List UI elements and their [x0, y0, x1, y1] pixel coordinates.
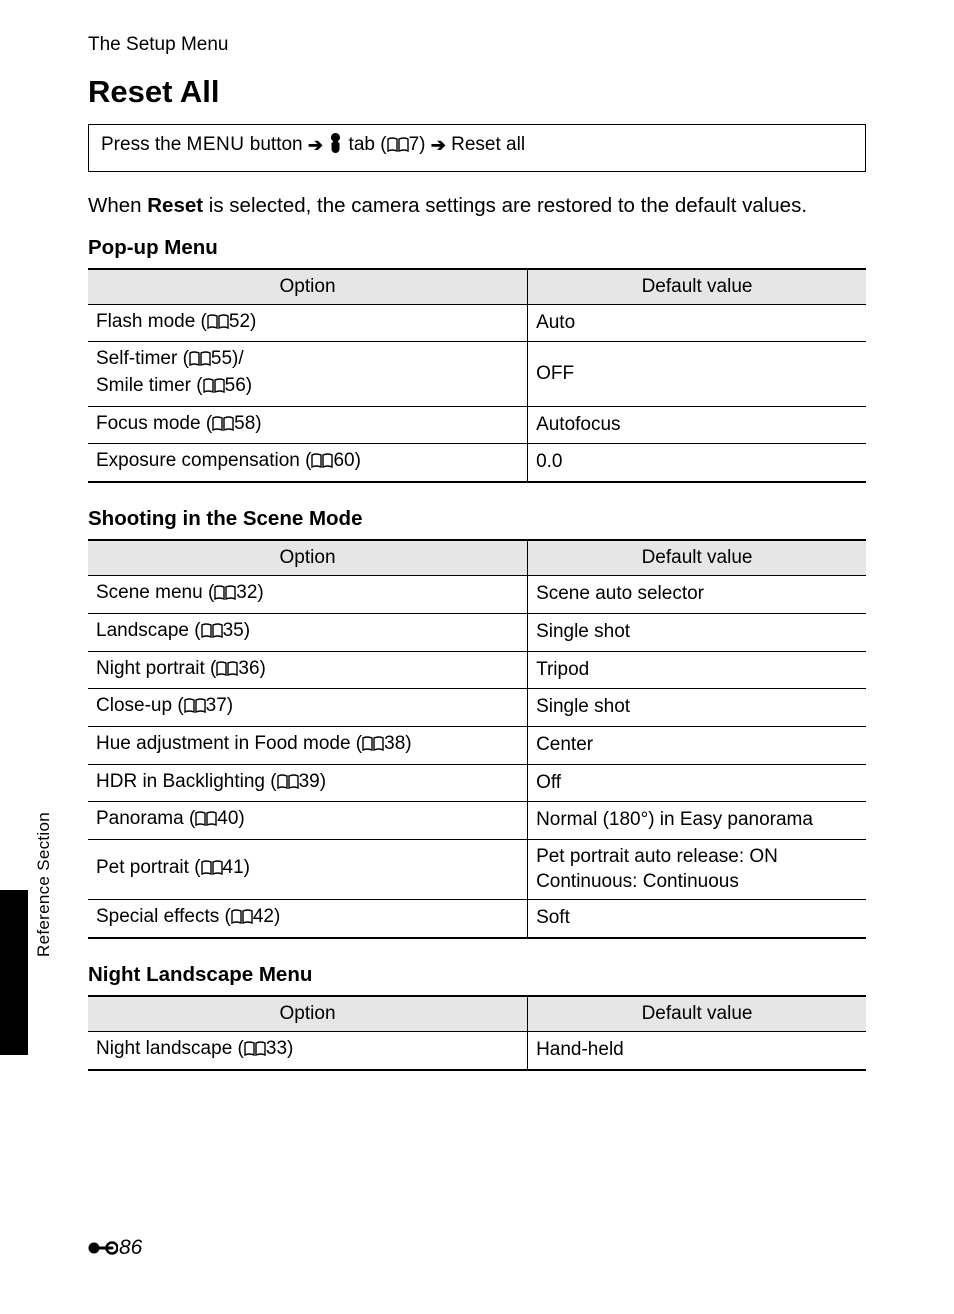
book-icon	[311, 451, 333, 476]
book-icon	[244, 1039, 266, 1064]
section-heading: Pop-up Menu	[88, 236, 866, 260]
wrench-icon	[328, 133, 343, 161]
table-section: Pop-up Menu OptionDefault valueFlash mode…	[88, 236, 866, 483]
default-value-cell: OFF	[528, 342, 866, 406]
table-section: Night Landscape Menu OptionDefault valueN…	[88, 963, 866, 1071]
default-value-cell: 0.0	[528, 444, 866, 482]
navigation-path: Press the MENU button ➔ tab ( 7) ➔ Reset …	[88, 124, 866, 172]
book-icon	[231, 907, 253, 932]
option-cell: Landscape (35)	[88, 613, 528, 651]
book-icon	[189, 349, 211, 374]
default-value-cell: Tripod	[528, 651, 866, 689]
arrow-icon: ➔	[431, 134, 446, 157]
section-heading: Shooting in the Scene Mode	[88, 507, 866, 531]
table-row: Night landscape (33)Hand-held	[88, 1032, 866, 1070]
col-header-default: Default value	[528, 540, 866, 576]
table-row: Focus mode (58)Autofocus	[88, 406, 866, 444]
default-value-cell: Single shot	[528, 613, 866, 651]
default-value-cell: Normal (180°) in Easy panorama	[528, 802, 866, 840]
path-prefix: Press the	[101, 134, 187, 155]
default-value-cell: Autofocus	[528, 406, 866, 444]
table-row: Pet portrait (41)Pet portrait auto relea…	[88, 839, 866, 899]
page-number: 86	[88, 1236, 142, 1260]
arrow-icon: ➔	[308, 134, 323, 157]
table-row: Flash mode (52)Auto	[88, 304, 866, 342]
col-header-option: Option	[88, 269, 528, 305]
default-value-cell: Hand-held	[528, 1032, 866, 1070]
book-icon	[195, 809, 217, 834]
table-row: Landscape (35)Single shot	[88, 613, 866, 651]
option-cell: Night landscape (33)	[88, 1032, 528, 1070]
option-cell: Night portrait (36)	[88, 651, 528, 689]
table-row: Hue adjustment in Food mode (38)Center	[88, 726, 866, 764]
intro-text: When Reset is selected, the camera setti…	[88, 194, 866, 218]
default-value-cell: Off	[528, 764, 866, 802]
page-section-icon	[88, 1239, 118, 1257]
default-value-cell: Single shot	[528, 689, 866, 727]
default-value-cell: Soft	[528, 900, 866, 938]
table-row: Panorama (40)Normal (180°) in Easy panor…	[88, 802, 866, 840]
option-cell: Self-timer (55)/Smile timer (56)	[88, 342, 528, 406]
table-row: Special effects (42)Soft	[88, 900, 866, 938]
book-icon	[201, 858, 223, 883]
chapter-label: The Setup Menu	[88, 34, 866, 56]
page-title: Reset All	[88, 74, 866, 110]
path-tab-ref: 7	[409, 134, 420, 155]
col-header-default: Default value	[528, 269, 866, 305]
option-cell: Pet portrait (41)	[88, 839, 528, 899]
options-table: OptionDefault valueFlash mode (52)AutoSe…	[88, 268, 866, 483]
default-value-cell: Center	[528, 726, 866, 764]
table-row: Night portrait (36)Tripod	[88, 651, 866, 689]
book-icon	[362, 734, 384, 759]
default-value-cell: Pet portrait auto release: ONContinuous:…	[528, 839, 866, 899]
col-header-option: Option	[88, 540, 528, 576]
default-value-cell: Auto	[528, 304, 866, 342]
book-icon	[207, 312, 229, 337]
table-row: Close-up (37)Single shot	[88, 689, 866, 727]
option-cell: Panorama (40)	[88, 802, 528, 840]
option-cell: Special effects (42)	[88, 900, 528, 938]
book-icon	[184, 696, 206, 721]
option-cell: Exposure compensation (60)	[88, 444, 528, 482]
option-cell: Flash mode (52)	[88, 304, 528, 342]
table-row: Exposure compensation (60)0.0	[88, 444, 866, 482]
path-tab-word: tab (	[343, 134, 386, 155]
table-row: Self-timer (55)/Smile timer (56)OFF	[88, 342, 866, 406]
path-end: Reset all	[446, 134, 525, 155]
menu-button-word: MENU	[187, 134, 245, 155]
option-cell: HDR in Backlighting (39)	[88, 764, 528, 802]
options-table: OptionDefault valueScene menu (32)Scene …	[88, 539, 866, 939]
book-icon	[387, 135, 409, 160]
table-row: Scene menu (32)Scene auto selector	[88, 576, 866, 614]
option-cell: Focus mode (58)	[88, 406, 528, 444]
book-icon	[216, 659, 238, 684]
options-table: OptionDefault valueNight landscape (33)H…	[88, 995, 866, 1071]
col-header-default: Default value	[528, 996, 866, 1032]
book-icon	[212, 414, 234, 439]
option-cell: Scene menu (32)	[88, 576, 528, 614]
book-icon	[214, 583, 236, 608]
col-header-option: Option	[88, 996, 528, 1032]
book-icon	[203, 376, 225, 401]
path-mid1: button	[245, 134, 308, 155]
path-mid2: )	[419, 134, 431, 155]
option-cell: Close-up (37)	[88, 689, 528, 727]
default-value-cell: Scene auto selector	[528, 576, 866, 614]
table-section: Shooting in the Scene Mode OptionDefault …	[88, 507, 866, 939]
book-icon	[201, 621, 223, 646]
book-icon	[277, 772, 299, 797]
table-row: HDR in Backlighting (39)Off	[88, 764, 866, 802]
option-cell: Hue adjustment in Food mode (38)	[88, 726, 528, 764]
section-heading: Night Landscape Menu	[88, 963, 866, 987]
